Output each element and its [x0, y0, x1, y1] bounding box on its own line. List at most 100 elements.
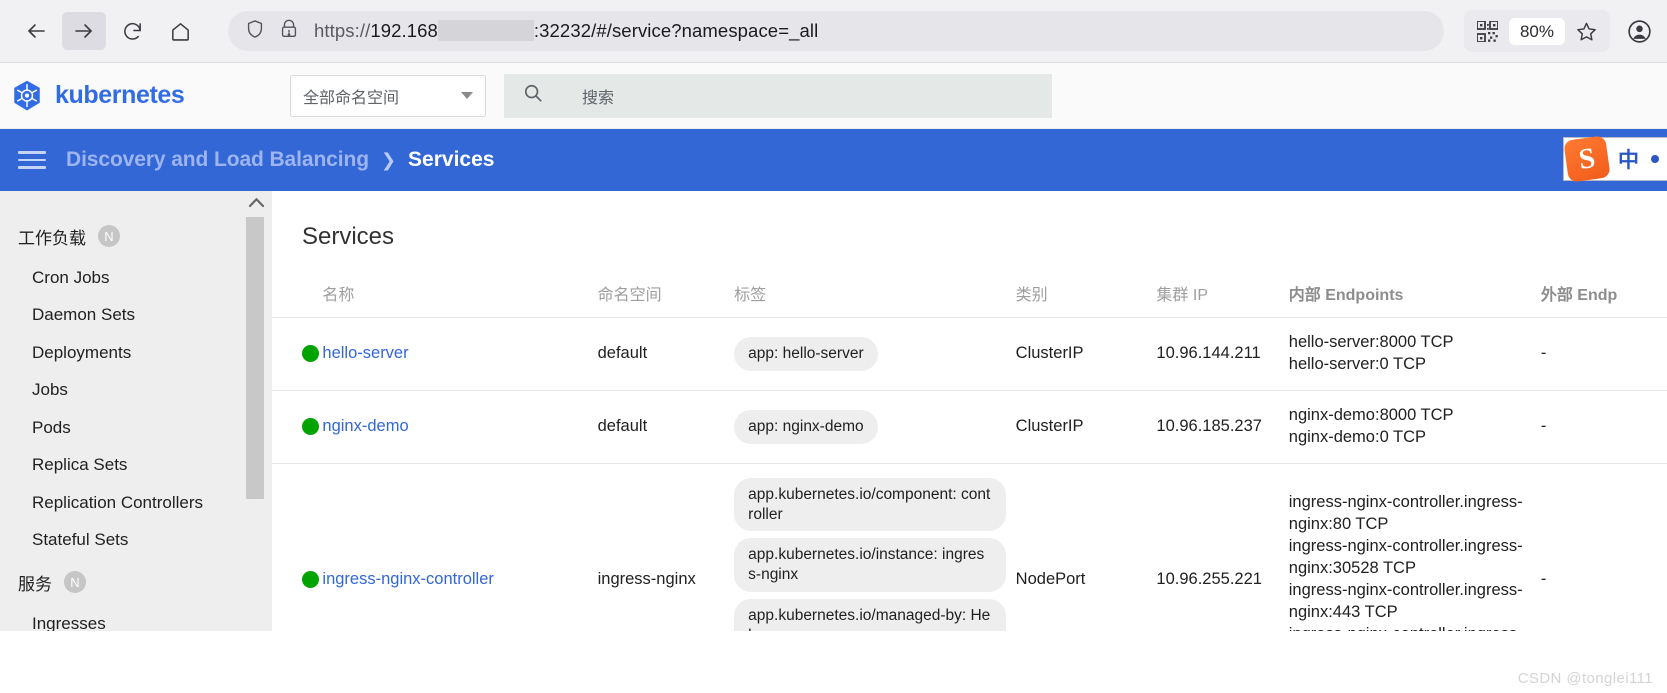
sidebar-item-stateful-sets[interactable]: Stateful Sets — [0, 522, 240, 560]
page-body: 工作负载 N Cron Jobs Daemon Sets Deployments… — [0, 191, 1667, 631]
label-chip[interactable]: app: hello-server — [734, 337, 878, 371]
status-ok-icon — [302, 345, 319, 363]
services-table-body: hello-server default app: hello-server C… — [272, 317, 1667, 631]
breadcrumb-current: Services — [408, 148, 495, 171]
sogou-ime-widget[interactable]: S 中 — [1563, 135, 1667, 183]
search-input[interactable]: 搜索 — [582, 84, 614, 108]
url-text[interactable]: https://192.168:32232/#/service?namespac… — [314, 20, 818, 42]
table-row[interactable]: nginx-demo default app: nginx-demo Clust… — [272, 389, 1667, 464]
watermark: CSDN @tonglei111 — [1517, 670, 1653, 687]
column-header-name[interactable]: 名称 — [322, 251, 597, 318]
shield-icon[interactable] — [244, 18, 266, 45]
breadcrumb-parent[interactable]: Discovery and Load Balancing — [66, 148, 369, 172]
row-name-cell: ingress-nginx-controller — [322, 462, 598, 631]
endpoint-line: ingress-nginx-controller.ingress-nginx:3… — [1289, 624, 1531, 631]
label-chip[interactable]: app.kubernetes.io/managed-by: Helm — [734, 599, 1006, 631]
home-icon — [169, 20, 192, 43]
browser-window: https://192.168:32232/#/service?namespac… — [0, 0, 1667, 693]
url-redaction-block — [437, 20, 534, 41]
row-cluster-ip-cell: 10.96.185.237 — [1156, 389, 1289, 464]
column-header-cluster-ip[interactable]: 集群 IP — [1156, 251, 1288, 318]
forward-arrow-icon — [72, 19, 96, 43]
brand-logo-link[interactable]: kubernetes — [10, 79, 290, 113]
browser-toolbar: https://192.168:32232/#/service?namespac… — [0, 0, 1667, 63]
service-name-link[interactable]: nginx-demo — [322, 417, 408, 435]
scroll-up-chevron-icon[interactable] — [240, 193, 272, 208]
sidebar-scrollbar[interactable] — [240, 191, 272, 631]
services-table: 名称 命名空间 标签 类别 集群 IP 内部 Endpoints 外部 Endp… — [272, 251, 1667, 631]
row-labels-cell: app: nginx-demo — [734, 389, 1016, 464]
url-bar[interactable]: https://192.168:32232/#/service?namespac… — [228, 11, 1444, 51]
sidebar-item-replica-sets[interactable]: Replica Sets — [0, 447, 240, 485]
endpoint-line: hello-server:8000 TCP — [1288, 333, 1454, 351]
back-button[interactable] — [14, 12, 58, 50]
label-chip[interactable]: app.kubernetes.io/instance: ingress-ngin… — [734, 538, 1006, 593]
row-status-cell — [272, 389, 323, 464]
ime-status-dot-icon[interactable] — [1651, 155, 1659, 163]
sidebar-item-jobs[interactable]: Jobs — [0, 372, 240, 410]
sidebar-group-label: 工作负载 — [18, 228, 86, 248]
search-box[interactable]: 搜索 — [504, 73, 1052, 118]
sidebar-item-deployments[interactable]: Deployments — [0, 334, 240, 372]
table-row[interactable]: ingress-nginx-controller ingress-nginx a… — [272, 462, 1667, 631]
sidebar-group-workloads[interactable]: 工作负载 N — [0, 213, 240, 259]
sidebar-item-daemon-sets[interactable]: Daemon Sets — [0, 297, 240, 335]
scrollbar-thumb[interactable] — [246, 217, 264, 499]
row-type-cell: ClusterIP — [1015, 389, 1157, 464]
sidebar-group-badge: N — [64, 571, 86, 593]
sogou-logo-icon[interactable]: S — [1563, 135, 1611, 183]
namespace-select[interactable]: 全部命名空间 — [290, 74, 486, 117]
sidebar-group-label: 服务 — [18, 574, 52, 594]
sidebar-item-pods[interactable]: Pods — [0, 409, 240, 447]
endpoint-line: ingress-nginx-controller.ingress-nginx:3… — [1288, 536, 1523, 577]
sidebar-item-replication-controllers[interactable]: Replication Controllers — [0, 484, 240, 522]
row-type-cell: NodePort — [1015, 462, 1157, 631]
sidebar-group-services[interactable]: 服务 N — [0, 559, 240, 605]
sidebar-item-ingresses[interactable]: Ingresses — [0, 605, 240, 631]
column-header-internal-endpoints[interactable]: 内部 Endpoints — [1289, 251, 1541, 318]
endpoint-line: nginx-demo:8000 TCP — [1288, 405, 1454, 424]
row-status-cell — [272, 317, 323, 391]
status-ok-icon — [302, 571, 319, 589]
row-name-cell: nginx-demo — [322, 389, 598, 464]
column-header-namespace[interactable]: 命名空间 — [598, 251, 735, 318]
account-avatar-icon[interactable] — [1626, 18, 1653, 45]
reload-icon — [121, 20, 144, 43]
row-external-endpoints-cell: - — [1540, 389, 1667, 464]
column-header-status — [272, 251, 322, 318]
search-icon — [522, 82, 544, 109]
endpoint-line: hello-server:0 TCP — [1288, 354, 1427, 373]
forward-button[interactable] — [62, 12, 106, 50]
ime-language-mode[interactable]: 中 — [1618, 144, 1639, 174]
chevron-down-icon — [461, 92, 473, 99]
row-status-cell — [272, 462, 323, 631]
reload-button[interactable] — [110, 12, 154, 50]
menu-hamburger-icon[interactable] — [12, 151, 52, 169]
row-name-cell: hello-server — [322, 317, 598, 391]
column-header-external-endpoints[interactable]: 外部 Endp — [1541, 251, 1667, 318]
bookmark-star-icon[interactable] — [1568, 13, 1604, 49]
row-namespace-cell: default — [597, 389, 735, 464]
service-name-link[interactable]: hello-server — [322, 344, 408, 362]
sidebar-item-cron-jobs[interactable]: Cron Jobs — [0, 259, 240, 297]
qr-code-icon[interactable] — [1470, 13, 1506, 49]
column-header-type[interactable]: 类别 — [1016, 251, 1157, 318]
table-row[interactable]: hello-server default app: hello-server C… — [272, 317, 1667, 391]
service-name-link[interactable]: ingress-nginx-controller — [322, 570, 494, 588]
label-chip[interactable]: app.kubernetes.io/component: controller — [734, 477, 1006, 532]
endpoint-line: ingress-nginx-controller.ingress-nginx:8… — [1288, 492, 1523, 533]
home-button[interactable] — [158, 12, 202, 50]
label-chip[interactable]: app: nginx-demo — [734, 409, 878, 444]
endpoint-line: nginx-demo:0 TCP — [1288, 427, 1427, 446]
url-path: :32232/#/service?namespace=_all — [533, 20, 819, 41]
main-content: Services 名称 命名空间 标签 类别 集群 IP 内部 Endpoint… — [272, 191, 1667, 631]
row-internal-endpoints-cell: ingress-nginx-controller.ingress-nginx:8… — [1288, 462, 1541, 631]
lock-warning-icon[interactable] — [278, 18, 300, 45]
back-arrow-icon — [24, 19, 48, 43]
row-labels-cell: app: hello-server — [734, 317, 1016, 391]
sidebar-nav: 工作负载 N Cron Jobs Daemon Sets Deployments… — [0, 191, 240, 631]
row-type-cell: ClusterIP — [1015, 317, 1157, 391]
table-header-row: 名称 命名空间 标签 类别 集群 IP 内部 Endpoints 外部 Endp — [272, 251, 1667, 318]
zoom-level-badge[interactable]: 80% — [1508, 17, 1565, 45]
column-header-labels[interactable]: 标签 — [734, 251, 1016, 318]
